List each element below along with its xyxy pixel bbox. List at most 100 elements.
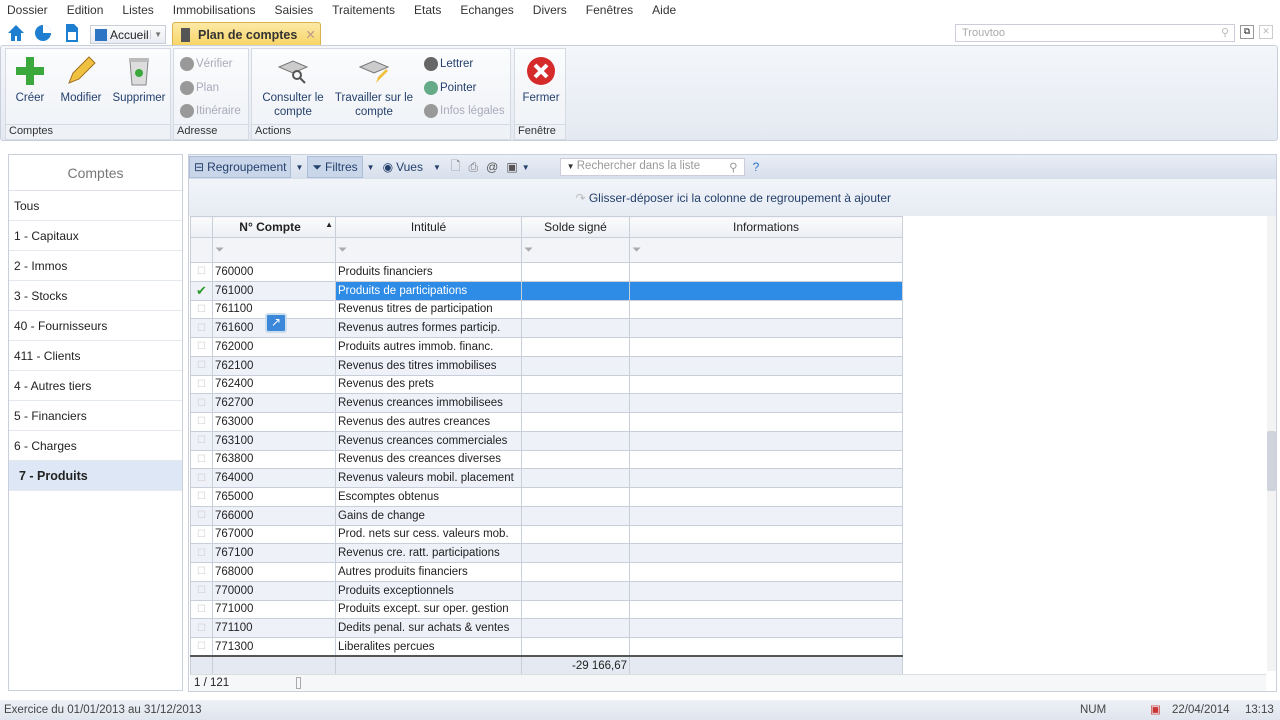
close-window-icon[interactable]: ✕ — [1259, 25, 1273, 39]
create-button[interactable]: Créer — [10, 55, 50, 105]
table-row[interactable]: ☐ 763100 Revenus creances commerciales — [190, 430, 903, 451]
preview-icon[interactable]: 🗋 — [451, 157, 461, 178]
grouping-drop-area[interactable]: ↷ Glisser-déposer ici la colonne de regr… — [189, 179, 1276, 216]
home-icon[interactable] — [6, 23, 26, 43]
row-checkbox[interactable]: ☐ — [190, 637, 213, 657]
filter-informations-input[interactable]: ⏷ — [629, 237, 903, 263]
filter-compte-input[interactable]: ⏷ — [212, 237, 336, 263]
menu-item[interactable]: Aide — [652, 3, 676, 17]
table-row[interactable]: ☐ 768000 Autres produits financiers — [190, 562, 903, 582]
table-row[interactable]: ☐ 763000 Revenus des autres creances — [190, 412, 903, 432]
table-row[interactable]: ☐ 771300 Liberalites percues — [190, 637, 903, 657]
restore-icon[interactable]: ⧉ — [1240, 25, 1254, 39]
table-row[interactable]: ✔ 761000 Produits de participations — [190, 280, 903, 301]
search-icon[interactable]: ⚲ — [729, 160, 737, 174]
delete-button[interactable]: Supprimer — [109, 55, 169, 105]
column-header-informations[interactable]: Informations — [629, 216, 903, 238]
views-button[interactable]: ◉ Vues — [379, 156, 427, 178]
sidebar-item[interactable]: 40 - Fournisseurs — [9, 311, 182, 341]
menu-item[interactable]: Etats — [414, 3, 441, 17]
table-row[interactable]: ☐ 765000 Escomptes obtenus — [190, 487, 903, 507]
map-button[interactable]: Plan — [180, 81, 219, 95]
row-checkbox[interactable]: ☐ — [190, 562, 213, 582]
list-search-input[interactable]: ▼ Rechercher dans la liste ⚲ — [559, 158, 745, 176]
filter-solde-input[interactable]: ⏷ — [521, 237, 630, 263]
menu-item[interactable]: Echanges — [460, 3, 513, 17]
row-checkbox[interactable]: ☐ — [190, 468, 213, 488]
table-row[interactable]: ☐ 764000 Revenus valeurs mobil. placement — [190, 468, 903, 488]
table-row[interactable]: ☐ 760000 Produits financiers — [190, 262, 903, 282]
filters-button[interactable]: ⏷ Filtres — [307, 156, 363, 178]
chevron-down-icon[interactable]: ▼ — [433, 163, 441, 172]
table-row[interactable]: ☐ 766000 Gains de change — [190, 505, 903, 526]
scrollbar-thumb[interactable] — [1267, 431, 1276, 491]
table-row[interactable]: ☐ 762100 Revenus des titres immobilises — [190, 355, 903, 376]
menu-item[interactable]: Dossier — [7, 3, 48, 17]
row-checkbox[interactable]: ☐ — [190, 299, 213, 320]
help-icon[interactable]: ? — [753, 160, 760, 174]
row-checkbox[interactable]: ☐ — [190, 355, 213, 376]
row-checkbox[interactable]: ☐ — [190, 599, 213, 620]
table-row[interactable]: ☐ 762400 Revenus des prets — [190, 374, 903, 395]
email-icon[interactable]: @ — [486, 160, 498, 174]
sidebar-item[interactable]: Tous — [9, 191, 182, 221]
row-checkbox[interactable]: ☐ — [190, 524, 213, 545]
sidebar-item[interactable]: 6 - Charges — [9, 431, 182, 461]
global-search-input[interactable]: Trouvtoo ⚲ — [955, 24, 1235, 42]
letter-button[interactable]: Lettrer — [424, 57, 473, 71]
row-checkbox[interactable]: ☐ — [190, 374, 213, 395]
table-row[interactable]: ☐ 767100 Revenus cre. ratt. participations — [190, 543, 903, 563]
close-button[interactable]: Fermer — [517, 55, 565, 105]
menu-item[interactable]: Saisies — [274, 3, 313, 17]
table-row[interactable]: ☐ 762000 Produits autres immob. financ. — [190, 337, 903, 357]
table-row[interactable]: ☐ 761600 Revenus autres formes particip. — [190, 318, 903, 338]
search-icon[interactable]: ⚲ — [1221, 26, 1229, 39]
sidebar-item[interactable]: 3 - Stocks — [9, 281, 182, 311]
table-row[interactable]: ☐ 767000 Prod. nets sur cess. valeurs mob. — [190, 524, 903, 545]
table-row[interactable]: ☐ 762700 Revenus creances immobilisees — [190, 393, 903, 413]
sidebar-item[interactable]: 7 - Produits — [9, 461, 182, 491]
row-checkbox[interactable]: ☐ — [190, 580, 213, 601]
table-row[interactable]: ☐ 771000 Produits except. sur oper. gestio… — [190, 599, 903, 620]
row-checkbox[interactable]: ☐ — [190, 430, 213, 451]
row-checkbox[interactable]: ☐ — [190, 393, 213, 413]
chevron-down-icon[interactable]: ▼ — [150, 30, 165, 39]
row-checkbox[interactable]: ☐ — [190, 487, 213, 507]
column-header-compte[interactable]: N° Compte ▲ — [212, 216, 336, 238]
menu-item[interactable]: Traitements — [332, 3, 395, 17]
menu-item[interactable]: Fenêtres — [586, 3, 633, 17]
row-checkbox[interactable]: ☐ — [190, 543, 213, 563]
menu-item[interactable]: Divers — [533, 3, 567, 17]
route-button[interactable]: Itinéraire — [180, 104, 241, 118]
sidebar-item[interactable]: 5 - Financiers — [9, 401, 182, 431]
sidebar-item[interactable]: 2 - Immos — [9, 251, 182, 281]
sidebar-item[interactable]: 411 - Clients — [9, 341, 182, 371]
tab-plan-de-comptes[interactable]: Plan de comptes ✕ — [172, 22, 321, 46]
vertical-scrollbar[interactable] — [1267, 216, 1276, 671]
sidebar-item[interactable]: 1 - Capitaux — [9, 221, 182, 251]
print-icon[interactable]: ⎙ — [469, 160, 479, 175]
column-header-solde[interactable]: Solde signé — [521, 216, 630, 238]
chevron-down-icon[interactable]: ▼ — [367, 163, 375, 172]
work-account-button[interactable]: Travailler sur le compte — [332, 55, 416, 119]
home-tab[interactable]: Accueil ▼ — [90, 25, 166, 44]
table-row[interactable]: ☐ 770000 Produits exceptionnels — [190, 580, 903, 601]
filter-intitule-input[interactable]: ⏷ — [335, 237, 522, 263]
row-checkbox[interactable]: ☐ — [190, 337, 213, 357]
row-checkbox[interactable]: ☐ — [190, 449, 213, 470]
view-account-button[interactable]: Consulter le compte — [258, 55, 328, 119]
grouping-button[interactable]: ⊟ Regroupement — [189, 156, 292, 178]
table-row[interactable]: ☐ 761100 Revenus titres de participation — [190, 299, 903, 320]
table-row[interactable]: ☐ 763800 Revenus des creances diverses — [190, 449, 903, 470]
pie-chart-icon[interactable] — [33, 23, 53, 43]
verify-button[interactable]: Vérifier — [180, 57, 232, 71]
point-button[interactable]: Pointer — [424, 81, 476, 95]
clipboard-icon[interactable]: ▣ — [506, 160, 517, 174]
horizontal-scrollbar[interactable] — [296, 677, 301, 689]
modify-button[interactable]: Modifier — [56, 55, 106, 105]
row-checkbox[interactable]: ☐ — [190, 618, 213, 638]
column-header-intitule[interactable]: Intitulé — [335, 216, 522, 238]
row-checkbox[interactable]: ☐ — [190, 505, 213, 526]
row-checkbox[interactable]: ✔ — [190, 280, 213, 301]
row-checkbox[interactable]: ☐ — [190, 412, 213, 432]
